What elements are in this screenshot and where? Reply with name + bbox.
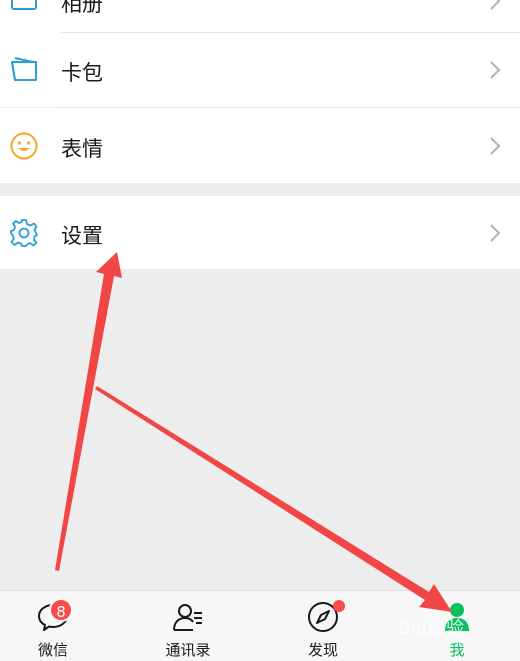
menu-item-stickers[interactable]: 表情 <box>0 108 520 183</box>
tab-label-me: 我 <box>449 641 465 659</box>
arrow-to-me-tab <box>95 386 452 612</box>
notification-dot <box>333 600 345 612</box>
tab-label-chats: 微信 <box>37 641 68 659</box>
gear-icon <box>9 218 39 248</box>
menu-label-album: 相册 <box>61 0 103 16</box>
chevron-right-icon <box>488 222 502 244</box>
menu-item-cards[interactable]: 卡包 <box>0 33 520 107</box>
smiley-icon <box>9 131 39 161</box>
menu-label-stickers: 表情 <box>61 137 103 161</box>
menu-label-settings: 设置 <box>61 224 103 248</box>
menu-item-settings[interactable]: 设置 <box>0 196 520 269</box>
contacts-icon <box>171 600 205 634</box>
chevron-right-icon <box>488 59 502 81</box>
tab-contacts[interactable]: 通讯录 <box>123 591 253 661</box>
chevron-right-icon <box>488 0 502 12</box>
chevron-right-icon <box>488 135 502 157</box>
arrow-to-settings <box>55 252 122 571</box>
tab-discover[interactable]: 发现 <box>258 591 388 661</box>
menu-label-cards: 卡包 <box>61 61 103 85</box>
wallet-icon <box>9 55 39 85</box>
tab-label-discover: 发现 <box>307 641 338 659</box>
watermark: Bai经验 <box>398 618 466 638</box>
unread-badge: 8 <box>49 598 73 622</box>
tab-label-contacts: 通讯录 <box>165 641 211 659</box>
menu-item-album[interactable]: 相册 <box>0 0 520 33</box>
album-icon <box>9 0 39 15</box>
tab-chats[interactable]: 8 微信 <box>0 591 118 661</box>
